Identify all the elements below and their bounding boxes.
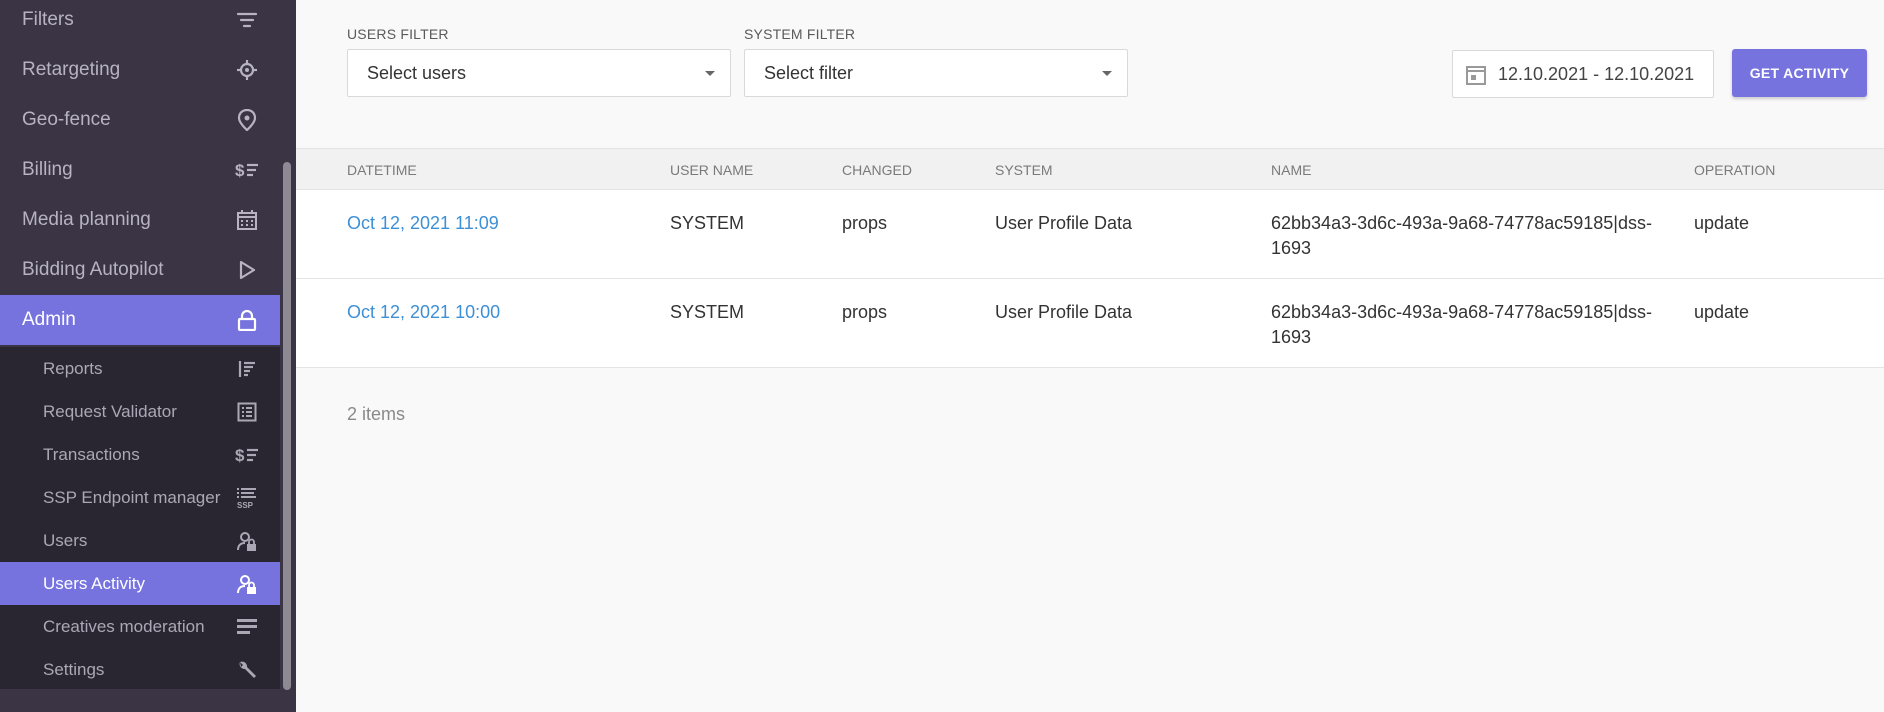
table-row: Oct 12, 2021 11:09 SYSTEM props User Pro… — [296, 190, 1884, 279]
operation-cell: update — [1694, 302, 1750, 322]
user-name-cell: SYSTEM — [670, 213, 745, 233]
system-filter-label: SYSTEM FILTER — [744, 26, 856, 42]
column-header-system[interactable]: SYSTEM — [995, 162, 1053, 178]
sidebar-item-bidding-autopilot[interactable]: Bidding Autopilot — [0, 245, 280, 295]
svg-text:$: $ — [235, 161, 245, 180]
sidebar-subitem-label: Transactions — [43, 444, 140, 464]
sidebar-subitem-users-activity[interactable]: Users Activity — [0, 562, 280, 605]
column-header-changed[interactable]: CHANGED — [842, 162, 912, 178]
sidebar-subitem-label: Settings — [43, 659, 105, 679]
chevron-down-icon — [705, 71, 715, 76]
admin-subnav: Reports Request Validator Transactions $… — [0, 347, 280, 689]
sidebar-item-label: Billing — [22, 159, 73, 180]
sidebar-subitem-users[interactable]: Users — [0, 519, 280, 562]
user-lock-icon — [234, 528, 260, 554]
get-activity-button[interactable]: GET ACTIVITY — [1732, 49, 1867, 97]
sidebar-subitem-request-validator[interactable]: Request Validator — [0, 390, 280, 433]
table-header: DATETIME USER NAME CHANGED SYSTEM NAME O… — [296, 148, 1884, 190]
sidebar-subitem-label: Request Validator — [43, 401, 177, 421]
sidebar-subitem-label: SSP Endpoint manager — [43, 487, 221, 507]
user-lock-icon — [234, 571, 260, 597]
column-header-user-name[interactable]: USER NAME — [670, 162, 753, 178]
wrench-icon — [234, 657, 260, 683]
name-line-2: 1693 — [1271, 238, 1312, 258]
sidebar-scrollbar[interactable] — [283, 162, 291, 690]
sidebar-subitem-ssp-endpoint-manager[interactable]: SSP Endpoint manager SSP — [0, 476, 280, 519]
users-filter-label: USERS FILTER — [347, 26, 449, 42]
sidebar-item-label: Geo-fence — [22, 109, 111, 130]
sidebar-subitem-label: Users Activity — [43, 573, 146, 593]
play-icon — [234, 257, 260, 283]
sidebar-item-label: Retargeting — [22, 59, 121, 80]
sidebar-item-label: Filters — [22, 9, 74, 30]
changed-cell: props — [842, 302, 888, 322]
sidebar-subitem-settings[interactable]: Settings — [0, 648, 280, 691]
sidebar-item-filters[interactable]: Filters — [0, 0, 280, 45]
system-filter-select[interactable]: Select filter — [744, 49, 1128, 97]
sidebar-subitem-transactions[interactable]: Transactions $ — [0, 433, 280, 476]
system-filter-placeholder: Select filter — [764, 62, 854, 83]
dollar-list-icon: $ — [234, 157, 260, 183]
system-cell: User Profile Data — [995, 302, 1133, 322]
sidebar-item-admin[interactable]: Admin — [0, 295, 280, 345]
datetime-link[interactable]: Oct 12, 2021 10:00 — [347, 300, 500, 325]
sidebar-item-retargeting[interactable]: Retargeting — [0, 45, 280, 95]
datetime-link[interactable]: Oct 12, 2021 11:09 — [347, 211, 499, 236]
sidebar-item-media-planning[interactable]: Media planning — [0, 195, 280, 245]
sidebar-item-label: Bidding Autopilot — [22, 259, 164, 280]
operation-cell: update — [1694, 213, 1750, 233]
svg-text:$: $ — [235, 446, 245, 465]
name-cell: 62bb34a3-3d6c-493a-9a68-74778ac59185|dss… — [1271, 300, 1652, 350]
items-count: 2 items — [347, 404, 406, 424]
calendar-icon — [1465, 64, 1487, 86]
lock-icon — [234, 307, 260, 333]
reports-icon — [234, 356, 260, 382]
sidebar-item-geo-fence[interactable]: Geo-fence — [0, 95, 280, 145]
user-name-cell: SYSTEM — [670, 302, 745, 322]
column-header-operation[interactable]: OPERATION — [1694, 162, 1775, 178]
system-cell: User Profile Data — [995, 213, 1133, 233]
sidebar-subitem-reports[interactable]: Reports — [0, 347, 280, 390]
sidebar-item-billing[interactable]: Billing $ — [0, 145, 280, 195]
ssp-list-icon: SSP — [234, 485, 260, 511]
lines-icon — [234, 614, 260, 640]
sidebar-subitem-label: Reports — [43, 358, 103, 378]
dollar-list-icon: $ — [234, 442, 260, 468]
ssp-icon-text: SSP — [237, 501, 254, 510]
users-filter-select[interactable]: Select users — [347, 49, 731, 97]
sidebar-subitem-creatives-moderation[interactable]: Creatives moderation — [0, 605, 280, 648]
name-line-2: 1693 — [1271, 327, 1312, 347]
users-filter-placeholder: Select users — [367, 62, 467, 83]
column-header-name[interactable]: NAME — [1271, 162, 1311, 178]
name-cell: 62bb34a3-3d6c-493a-9a68-74778ac59185|dss… — [1271, 211, 1652, 261]
sidebar-item-label: Admin — [22, 309, 76, 330]
date-range-value: 12.10.2021 - 12.10.2021 — [1498, 63, 1695, 84]
column-header-datetime[interactable]: DATETIME — [347, 162, 417, 178]
location-pin-icon — [234, 107, 260, 133]
filter-icon — [234, 7, 260, 33]
validator-list-icon — [234, 399, 260, 425]
name-line-1: 62bb34a3-3d6c-493a-9a68-74778ac59185|dss… — [1271, 213, 1652, 233]
changed-cell: props — [842, 213, 888, 233]
table-row: Oct 12, 2021 10:00 SYSTEM props User Pro… — [296, 279, 1884, 368]
chevron-down-icon — [1102, 71, 1112, 76]
sidebar-subitem-label: Users — [43, 530, 88, 550]
crosshair-icon — [234, 57, 260, 83]
sidebar-subitem-label: Creatives moderation — [43, 616, 205, 636]
sidebar-item-label: Media planning — [22, 209, 151, 230]
date-range-picker[interactable]: 12.10.2021 - 12.10.2021 — [1452, 50, 1714, 98]
calendar-icon — [234, 207, 260, 233]
sidebar: Filters Retargeting Geo-fence Billing $ … — [0, 0, 296, 712]
name-line-1: 62bb34a3-3d6c-493a-9a68-74778ac59185|dss… — [1271, 302, 1652, 322]
